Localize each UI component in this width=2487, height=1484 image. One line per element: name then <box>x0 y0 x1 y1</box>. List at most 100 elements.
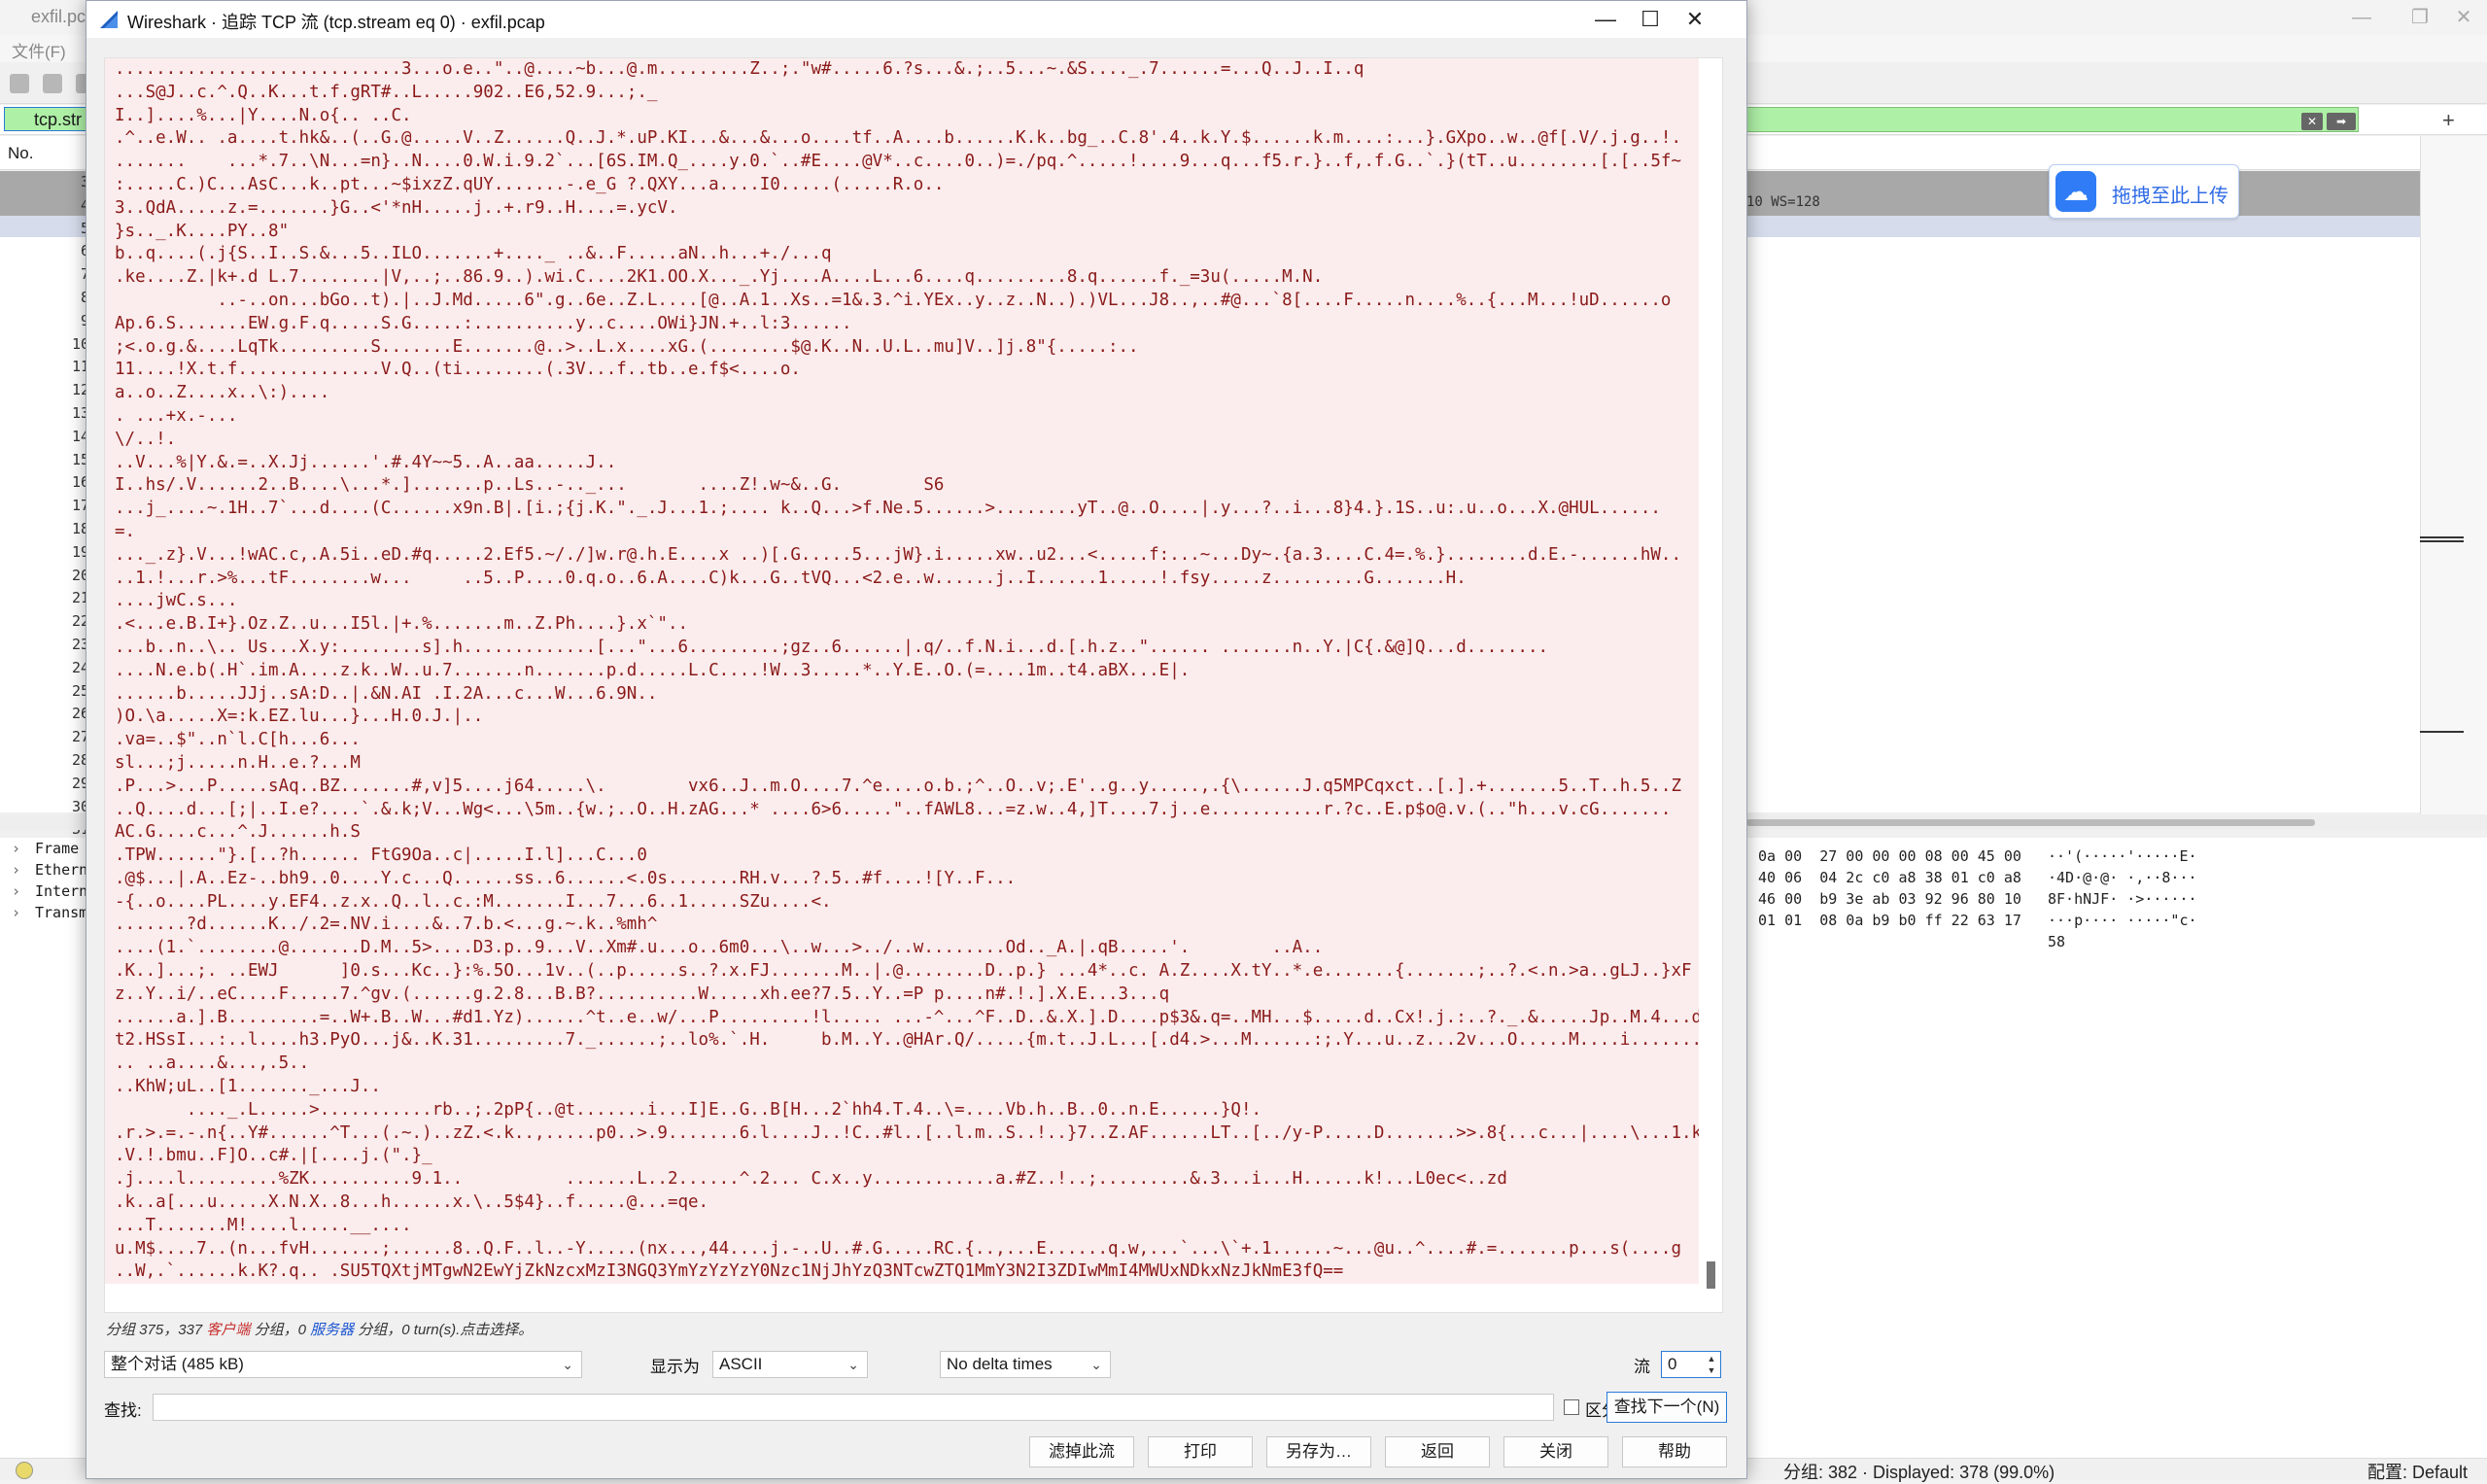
stream-line[interactable]: .ke....Z.|k+.d L.7........|V,..;..86.9..… <box>105 266 1699 290</box>
client-link[interactable]: 客户端 <box>206 1322 250 1338</box>
stream-number-value: 0 <box>1668 1355 1677 1373</box>
stream-line[interactable]: .^..e.W.. .a....t.hk&..(..G.@.....V..Z..… <box>105 127 1699 152</box>
back-button[interactable]: 返回 <box>1385 1436 1490 1467</box>
delta-times-select[interactable]: No delta times ⌄ <box>940 1351 1111 1378</box>
stream-line[interactable]: ...T.......M!....l.....__.... <box>105 1214 1699 1238</box>
clear-filter-icon[interactable]: ✕ <box>2301 113 2323 130</box>
hscroll-thumb[interactable] <box>1746 819 2315 826</box>
stream-line[interactable]: ..-..on...bGo..t).|..J.Md.....6".g..6e..… <box>105 289 1699 313</box>
main-close-button[interactable]: ✕ <box>2435 2 2487 33</box>
save-as-button[interactable]: 另存为… <box>1266 1436 1371 1467</box>
stream-line[interactable]: ..KhW;uL..[1......._...J.. <box>105 1076 1699 1099</box>
stop-capture-icon[interactable] <box>43 74 62 93</box>
stream-line[interactable]: ...._.L.....>...........rb..;.2pP{..@t..… <box>105 1098 1699 1122</box>
find-input[interactable] <box>153 1394 1554 1421</box>
column-no[interactable]: No. <box>8 144 33 163</box>
stream-line[interactable]: =. <box>105 520 1699 544</box>
close-icon[interactable]: ✕ <box>1661 1 1729 38</box>
stream-line[interactable]: .va=..$"..n`l.C[h...6... <box>105 729 1699 752</box>
stream-content[interactable]: ............................3...o.e.."..… <box>104 57 1723 1313</box>
stream-line[interactable]: :.....C.)C...AsC...k..pt...~$ixzZ.qUY...… <box>105 173 1699 197</box>
add-filter-button[interactable]: + <box>2442 108 2455 133</box>
stream-summary: 分组 375，337 客户端 分组，0 服务器 分组，0 turn(s).点击选… <box>106 1319 533 1339</box>
stream-scrollbar[interactable] <box>1699 58 1722 1312</box>
packet-list-scrollbar[interactable] <box>2420 136 2487 816</box>
scroll-marker <box>2420 731 2464 733</box>
stream-line[interactable]: .P...>...P.....sAq..BZ.......#,v]5....j6… <box>105 775 1699 799</box>
stream-scroll-thumb[interactable] <box>1707 1261 1715 1289</box>
display-filter-input[interactable]: tcp.str <box>4 107 91 131</box>
stream-line[interactable]: 3..QdA.....z.=.......}G..<'*nH.....j..+.… <box>105 196 1699 221</box>
print-button[interactable]: 打印 <box>1148 1436 1253 1467</box>
help-button[interactable]: 帮助 <box>1622 1436 1727 1467</box>
stream-line[interactable]: ..V...%|Y.&.=..X.Jj......'.#.4Y~~5..A..a… <box>105 451 1699 475</box>
stream-number-spinbox[interactable]: 0 ▲ ▼ <box>1661 1351 1721 1378</box>
stream-line[interactable]: .. ..a....&...,.5.. <box>105 1053 1699 1077</box>
conversation-select[interactable]: 整个对话 (485 kB) ⌄ <box>104 1351 582 1378</box>
start-capture-icon[interactable] <box>10 74 29 93</box>
stream-line[interactable]: ....(1.`........@.......D.M..5>....D3.p.… <box>105 937 1699 961</box>
spin-up-icon[interactable]: ▲ <box>1705 1353 1718 1364</box>
detail-tree-item[interactable]: Intern <box>0 880 87 902</box>
stream-line[interactable]: ...b..n..\.. Us...X.y:........s].h......… <box>105 636 1699 660</box>
stream-line[interactable]: z..Y..i/..eC....F.....7.^gv.(......g.2.8… <box>105 983 1699 1007</box>
find-next-button[interactable]: 查找下一个(N) <box>1606 1392 1727 1423</box>
stream-line[interactable]: I..]....%...|Y....N.o{.. ..C. <box>105 104 1699 128</box>
stream-line[interactable]: .......?d......K../.2=.NV.i....&..7.b.<.… <box>105 914 1699 938</box>
stream-line[interactable]: a..o..Z....x..\:).... <box>105 382 1699 405</box>
chevron-down-icon: ⌄ <box>847 1357 859 1372</box>
stream-line[interactable]: .@$...|.A..Ez-..bh9..0....Y.c...Q......s… <box>105 867 1699 891</box>
stream-line[interactable]: ....jwC.s... <box>105 590 1699 614</box>
apply-filter-icon[interactable]: ➡ <box>2327 113 2356 130</box>
close-button[interactable]: 关闭 <box>1503 1436 1608 1467</box>
stream-line[interactable]: ....... ...*.7..\N...=n}..N....0.W.i.9.2… <box>105 151 1699 174</box>
profile-status[interactable]: 配置: Default <box>2367 1459 2468 1484</box>
stream-line[interactable]: .<...e.B.I+}.Oz.Z..u...I5l.|+.%.......m.… <box>105 613 1699 637</box>
stream-line[interactable]: ......b.....JJj..sA:D..|.&N.AI .I.2A...c… <box>105 682 1699 707</box>
upload-dropzone[interactable]: ☁ 拖拽至此上传 <box>2049 164 2239 219</box>
stream-line[interactable]: -{..o....PL....y.EF4..z.x..Q..l..c.:M...… <box>105 890 1699 915</box>
show-as-select[interactable]: ASCII ⌄ <box>712 1351 868 1378</box>
menu-file[interactable]: 文件(F) <box>12 38 66 62</box>
stream-line[interactable]: t2.HSsI...:..l....h3.PyO...j&..K.31.....… <box>105 1029 1699 1053</box>
stream-line[interactable]: )O.\a.....X=:k.EZ.lu...}...H.0.J.|.. <box>105 706 1699 730</box>
follow-tcp-stream-dialog: Wireshark · 追踪 TCP 流 (tcp.stream eq 0) ·… <box>86 0 1747 1479</box>
stream-line[interactable]: b..q....(.j{S..I..S.&...5..ILO.......+..… <box>105 243 1699 267</box>
detail-tree-item[interactable]: Transm <box>0 902 87 923</box>
stream-line[interactable]: ....N.e.b(.H`.im.A....z.k..W..u.7.......… <box>105 659 1699 683</box>
detail-tree-item[interactable]: Ethern <box>0 859 87 880</box>
bytes-hex: 0a 00 27 00 00 00 08 00 45 00 40 06 04 2… <box>1758 847 2021 929</box>
filter-out-button[interactable]: 滤掉此流 <box>1029 1436 1134 1467</box>
stream-line[interactable]: ...S@J..c.^.Q..K...t.f.gRT#..L.....902..… <box>105 81 1699 105</box>
stream-line[interactable]: ..Q....d...[;|..I.e?....`.&.k;V...Wg<...… <box>105 798 1699 822</box>
stream-line[interactable]: .V.!.bmu..F]O..c#.|[....j.(".}_ <box>105 1145 1699 1169</box>
stream-line[interactable]: ............................3...o.e.."..… <box>105 58 1699 82</box>
stream-line[interactable]: .TPW......"}.[..?h...... FtG9Oa..c|.....… <box>105 845 1699 868</box>
stream-line[interactable]: ;<.o.g.&....LqTk.........S.......E......… <box>105 335 1699 360</box>
stream-line[interactable]: 11....!X.t.f..............V.Q..(ti......… <box>105 359 1699 383</box>
stream-line[interactable]: ..1.!...r.>%...tF........w... ..5..P....… <box>105 567 1699 591</box>
stream-line[interactable]: Ap.6.S.......EW.g.F.q.....S.G.....:.....… <box>105 312 1699 336</box>
stream-line[interactable]: \/..!. <box>105 428 1699 452</box>
stream-line[interactable]: .j....l.........%ZK..........9.1.. .....… <box>105 1168 1699 1192</box>
spin-down-icon[interactable]: ▼ <box>1705 1364 1718 1376</box>
stream-line[interactable]: .r.>.=.-.n{..Y#......^T...(.~.)..zZ.<.k.… <box>105 1122 1699 1146</box>
stream-line[interactable]: ..._.z}.V...!wAC.c,.A.5i..eD.#q.....2.Ef… <box>105 543 1699 568</box>
stream-line[interactable]: ..W,.`......k.K?.q.. .SU5TQXtjMTgwN2EwYj… <box>105 1260 1699 1285</box>
stream-line[interactable]: AC.G....c...^.J......h.S <box>105 821 1699 846</box>
stream-line[interactable]: ...j_....~.1H..7`...d....(C......x9n.B|.… <box>105 498 1699 521</box>
case-sensitive-checkbox[interactable] <box>1564 1399 1579 1415</box>
stream-line[interactable]: u.M$....7..(n...fvH.......;......8..Q.F.… <box>105 1237 1699 1261</box>
main-minimize-button[interactable]: — <box>2332 2 2391 33</box>
detail-tree-item[interactable]: Frame <box>0 838 87 859</box>
capture-status-icon[interactable] <box>16 1462 33 1479</box>
display-filter-input-extension[interactable]: ✕ ➡ <box>1746 107 2359 132</box>
stream-line[interactable]: sl...;j.....n.H..e.?...M <box>105 751 1699 776</box>
stream-line[interactable]: .k..a[...u.....X.N.X..8...h......x.\..5$… <box>105 1191 1699 1215</box>
stream-line[interactable]: }s.._.K....PY..8" <box>105 220 1699 244</box>
stream-line[interactable]: . ...+x.-... <box>105 404 1699 429</box>
stream-line[interactable]: I..hs/.V......2..B....\...*.].......p..L… <box>105 474 1699 499</box>
server-link[interactable]: 服务器 <box>310 1322 354 1338</box>
stream-line[interactable]: .K..]...;. ..EWJ ]0.s...Kc..}:%.5O...1v.… <box>105 960 1699 984</box>
stream-line[interactable]: ......a.].B.........=..W+.B..W...#d1.Yz)… <box>105 1006 1699 1030</box>
